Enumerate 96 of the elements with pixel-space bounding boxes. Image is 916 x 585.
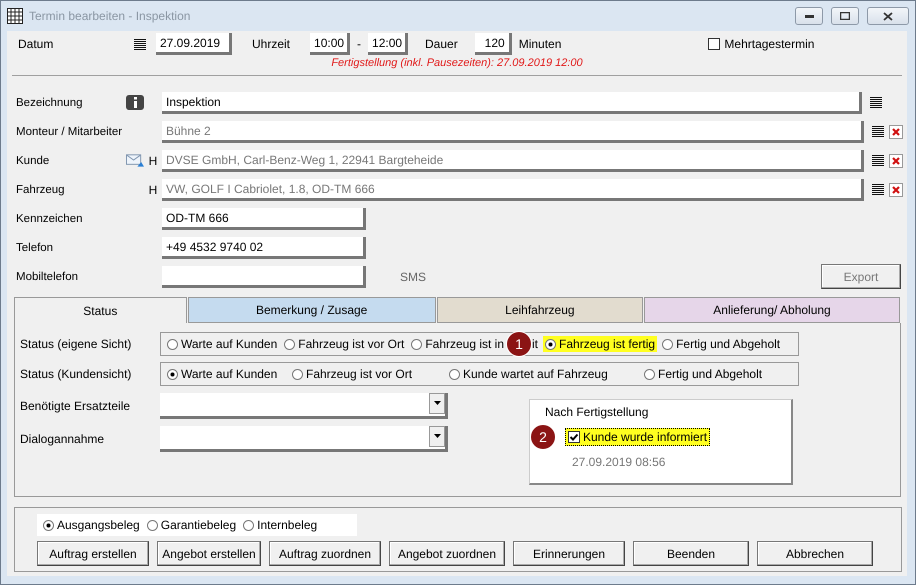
step-badge: 1 (506, 331, 532, 357)
tab[interactable]: Leihfahrzeug (436, 297, 644, 323)
radio-option[interactable]: Fertig und Abgeholt (642, 366, 764, 382)
dropdown[interactable] (160, 426, 448, 452)
radio-button[interactable] (167, 368, 178, 380)
text-field[interactable] (162, 266, 366, 288)
field-label: Kennzeichen (15, 212, 84, 224)
tab[interactable]: Status (14, 297, 187, 323)
flag-text: H (148, 154, 158, 168)
mail-icon[interactable] (126, 154, 144, 168)
delete-icon[interactable] (889, 182, 903, 196)
radio-button[interactable] (411, 338, 422, 350)
radio-button[interactable] (243, 520, 254, 530)
field-label: Benötigte Ersatzteile (20, 398, 132, 412)
field-label: Uhrzeit (252, 37, 290, 51)
maximize-icon (840, 12, 850, 20)
radio-button[interactable] (146, 520, 158, 530)
list-icon[interactable] (872, 184, 884, 195)
radio-option[interactable]: Kunde wartet auf Fahrzeug (447, 366, 639, 382)
calendar-icon (7, 8, 23, 24)
separator-text: - (357, 37, 362, 51)
checkbox-label: Mehrtagestermin (724, 37, 814, 51)
action-button[interactable]: Beenden (633, 541, 749, 566)
minimize-button[interactable] (795, 7, 823, 25)
window-title: Termin bearbeiten - Inspektion (29, 9, 192, 23)
field-label: Dauer (425, 37, 458, 51)
radio-option[interactable]: Internbeleg (241, 517, 320, 533)
checkbox-option[interactable]: Kunde wurde informiert (565, 428, 710, 446)
radio-option[interactable]: Warte auf Kunden (165, 366, 287, 382)
field-label: Telefon (15, 242, 54, 254)
close-button[interactable] (867, 7, 909, 25)
checkbox[interactable] (708, 38, 720, 50)
radio-button[interactable] (284, 338, 296, 350)
radio-option[interactable]: Fahrzeug ist vor Ort (282, 336, 406, 352)
action-button[interactable]: Erinnerungen (513, 541, 625, 566)
unit-label: Minuten (518, 37, 562, 51)
field-label: Kunde (15, 154, 50, 166)
text-field[interactable]: +49 4532 9740 02 (162, 236, 366, 258)
field-label: Status (Kundensicht) (20, 367, 132, 381)
radio-option[interactable]: Fahrzeug ist in (409, 336, 506, 352)
flag-text: H (148, 182, 158, 196)
field-label: Datum (17, 37, 54, 51)
field-label: Status (eigene Sicht) (20, 337, 132, 351)
option-text: it (532, 337, 538, 351)
field-label: Dialogannahme (20, 432, 106, 446)
text-field[interactable]: Bühne 2 (162, 120, 864, 142)
list-icon[interactable] (872, 155, 884, 166)
field-label: Monteur / Mitarbeiter (15, 126, 124, 138)
close-icon (883, 12, 893, 20)
action-button[interactable]: Abbrechen (757, 541, 873, 566)
field-label: Fahrzeug (15, 184, 66, 196)
radio-option[interactable]: Fertig und Abgeholt (660, 336, 782, 352)
radio-option[interactable]: Garantiebeleg (144, 517, 238, 533)
checkbox[interactable] (568, 431, 580, 443)
timestamp: 27.09.2019 08:56 (571, 455, 666, 469)
card-title: Nach Fertigstellung (545, 405, 650, 419)
radio-option[interactable]: Fahrzeug ist fertig (543, 336, 658, 352)
list-icon[interactable] (872, 126, 884, 137)
tab[interactable]: Bemerkung / Zusage (188, 297, 436, 323)
text-field[interactable]: Inspektion (162, 92, 862, 114)
text-field[interactable]: DVSE GmbH, Carl-Benz-Weg 1, 22941 Bargteheide (162, 150, 864, 172)
action-button[interactable]: Auftrag erstellen (37, 541, 149, 566)
step-badge: 2 (530, 424, 556, 450)
time-field[interactable]: 10:00 (310, 33, 350, 55)
completion-note: Fertigstellung (inkl. Pausezeiten): 27.09.2019 12:00 (330, 57, 584, 71)
export-button[interactable]: Export (821, 264, 901, 289)
text-field[interactable]: VW, GOLF I Cabriolet, 1.8, OD-TM 666 (162, 178, 864, 200)
time-field[interactable]: 12:00 (368, 33, 408, 55)
radio-button[interactable] (43, 520, 54, 530)
delete-icon[interactable] (889, 124, 903, 138)
list-icon[interactable] (134, 38, 146, 50)
radio-option[interactable]: Warte auf Kunden (165, 336, 280, 352)
radio-button[interactable] (167, 338, 178, 350)
duration-field[interactable]: 120 (474, 33, 512, 55)
radio-option[interactable]: Ausgangsbeleg (41, 517, 142, 533)
text-field[interactable]: OD-TM 666 (162, 208, 366, 230)
radio-option[interactable]: Fahrzeug ist vor Ort (290, 366, 444, 382)
delete-icon[interactable] (889, 154, 903, 168)
info-icon[interactable] (126, 95, 144, 110)
radio-button[interactable] (545, 338, 556, 350)
action-button[interactable]: Auftrag zuordnen (269, 541, 381, 566)
radio-button[interactable] (449, 368, 460, 380)
maximize-button[interactable] (831, 7, 859, 25)
radio-button[interactable] (662, 338, 674, 350)
field-label: Bezeichnung (15, 96, 84, 108)
sms-label: SMS (400, 270, 426, 284)
field-label: Mobiltelefon (15, 270, 80, 282)
list-icon[interactable] (870, 97, 882, 108)
date-field[interactable]: 27.09.2019 (156, 33, 232, 55)
minimize-icon (804, 14, 814, 18)
action-button[interactable]: Angebot erstellen (157, 541, 261, 566)
radio-button[interactable] (644, 368, 655, 380)
dropdown[interactable] (160, 392, 448, 418)
radio-button[interactable] (292, 368, 303, 380)
action-button[interactable]: Angebot zuordnen (389, 541, 505, 566)
tab[interactable]: Anlieferung/ Abholung (644, 297, 900, 323)
